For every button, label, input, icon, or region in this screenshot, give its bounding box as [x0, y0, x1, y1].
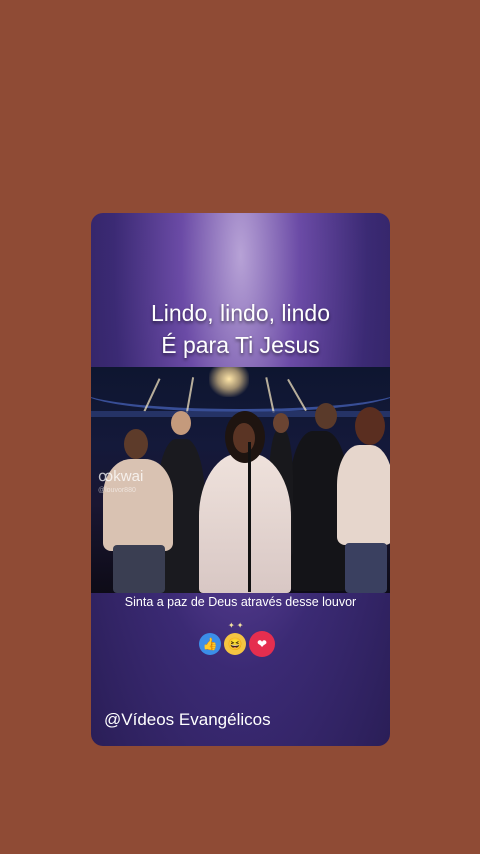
singer-head [315, 403, 337, 429]
song-caption: Lindo, lindo, lindo É para Ti Jesus [91, 297, 390, 361]
reaction-icons: ✦✦ 👍 😆 ❤ [199, 621, 289, 659]
love-icon: ❤ [249, 631, 275, 657]
kwai-watermark: ꝏkwai [98, 468, 144, 485]
singer-front-right [337, 445, 390, 545]
singer-head [124, 429, 148, 459]
singer-front-right-pants [345, 543, 387, 593]
kwai-handle: @louvor880 [98, 487, 136, 494]
lead-singer-face [233, 423, 255, 453]
subtitle-text: Sinta a paz de Deus através desse louvor [124, 595, 357, 609]
microphone-stand [248, 442, 251, 592]
lead-singer [199, 453, 291, 593]
caption-line-2: É para Ti Jesus [161, 332, 320, 358]
stage-spotlight [209, 367, 249, 397]
video-frame[interactable]: ꝏkwai @louvor880 [91, 367, 390, 593]
singer-head [273, 413, 289, 433]
caption-line-1: Lindo, lindo, lindo [150, 300, 331, 326]
haha-icon: 😆 [224, 633, 246, 655]
channel-handle: @Vídeos Evangélicos [104, 710, 271, 729]
singer-front-left-pants [113, 545, 165, 593]
video-card[interactable]: Lindo, lindo, lindo É para Ti Jesus ꝏkwa… [91, 213, 390, 746]
sparkle-icon: ✦✦ [228, 621, 246, 630]
singer-head [171, 411, 191, 435]
like-icon: 👍 [199, 633, 221, 655]
singer-head [355, 407, 385, 445]
